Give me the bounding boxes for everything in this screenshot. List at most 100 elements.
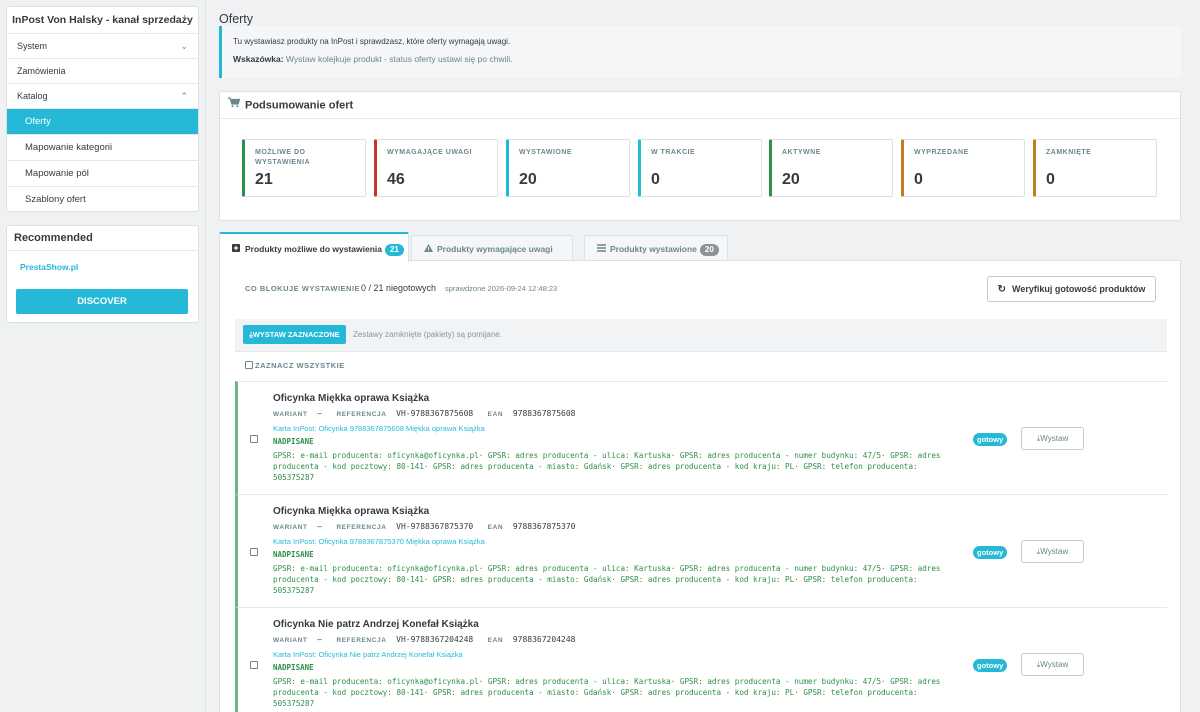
summary-panel: Podsumowanie ofert MOŻLIWE DO WYSTAWIENI… <box>219 91 1181 221</box>
stat-label: WYMAGAJĄCE UWAGI <box>387 149 472 156</box>
publish-button[interactable]: ⤓Wystaw <box>1021 540 1084 563</box>
alert-text: Tu wystawiasz produkty na InPost i spraw… <box>233 37 511 46</box>
discover-button[interactable]: DISCOVER <box>16 289 188 314</box>
tab-label: Produkty wymagające uwagi <box>437 244 553 254</box>
inpost-card-link[interactable]: Karta InPost: Oficynka Nie patrz Andrzej… <box>273 650 463 659</box>
stat-value: 46 <box>387 171 405 188</box>
stat-mozliwe: MOŻLIWE DO WYSTAWIENIA 21 <box>242 139 366 197</box>
stat-label: MOŻLIWE DO WYSTAWIENIA <box>255 149 311 166</box>
info-alert: Tu wystawiasz produkty na InPost i spraw… <box>219 26 1181 78</box>
inpost-card-link[interactable]: Karta InPost: Oficynka 9788367875608 Mię… <box>273 424 485 433</box>
publish-button[interactable]: ⤓Wystaw <box>1021 653 1084 676</box>
product-meta: WARIANT — REFERENCJA VH-9788367875370 EA… <box>273 522 576 531</box>
stat-label: W TRAKCIE <box>651 149 696 156</box>
stat-value: 0 <box>914 171 923 188</box>
alert-tip-label: Wskazówka: <box>233 54 284 64</box>
override-status: NADPISANE <box>273 550 314 559</box>
row-checkbox[interactable] <box>250 661 258 669</box>
product-meta: WARIANT — REFERENCJA VH-9788367204248 EA… <box>273 635 576 644</box>
verify-label: Weryfikuj gotowość produktów <box>1012 284 1146 294</box>
tab-content: CO BLOKUJE WYSTAWIENIE 0 / 21 niegotowyc… <box>219 260 1181 712</box>
list-icon <box>597 236 606 262</box>
product-row: Oficynka Miękka oprawa Książka WARIANT —… <box>235 494 1167 607</box>
chevron-down-icon: ⌄ <box>180 41 188 51</box>
warning-icon <box>424 236 433 262</box>
stat-wyprzedane: WYPRZEDANE 0 <box>901 139 1025 197</box>
gpsr-text: GPSR: e-mail producenta: oficynka@oficyn… <box>273 677 941 708</box>
tab-wystawione[interactable]: Produkty wystawione 20 <box>584 235 728 261</box>
stat-zamkniete: ZAMKNIĘTE 0 <box>1033 139 1157 197</box>
alert-tip-text: Wystaw kolejkuje produkt - status oferty… <box>283 54 513 64</box>
sidebar-item-mapowanie-kategorii[interactable]: Mapowanie kategorii <box>7 135 198 161</box>
sidebar-item-katalog[interactable]: Katalog ⌃ <box>7 84 198 109</box>
tab-count-badge: 20 <box>699 244 719 256</box>
sidebar-nav-card: InPost Von Halsky - kanał sprzedaży Syst… <box>6 6 199 212</box>
stat-wystawione: WYSTAWIONE 20 <box>506 139 630 197</box>
row-checkbox[interactable] <box>250 548 258 556</box>
stat-label: WYPRZEDANE <box>914 149 969 156</box>
stat-value: 20 <box>519 171 537 188</box>
blocker-label: CO BLOKUJE WYSTAWIENIE <box>245 284 361 293</box>
publish-button[interactable]: ⤓Wystaw <box>1021 427 1084 450</box>
gpsr-text: GPSR: e-mail producenta: oficynka@oficyn… <box>273 564 941 595</box>
bulk-bar: ⤓WYSTAW ZAZNACZONE Zestawy zamknięte (pa… <box>235 319 1167 352</box>
product-row: Oficynka Nie patrz Andrzej Konefał Książ… <box>235 607 1167 712</box>
sidebar-item-system[interactable]: System ⌄ <box>7 34 198 59</box>
stat-wymagajace: WYMAGAJĄCE UWAGI 46 <box>374 139 498 197</box>
row-checkbox[interactable] <box>250 435 258 443</box>
sidebar: InPost Von Halsky - kanał sprzedaży Syst… <box>0 0 206 712</box>
override-status: NADPISANE <box>273 437 314 446</box>
select-all[interactable]: ZAZNACZ WSZYSTKIE <box>245 361 345 370</box>
page-title: Oferty <box>219 12 254 26</box>
tab-mozliwe[interactable]: Produkty możliwe do wystawienia 21 <box>219 232 409 262</box>
stat-w-trakcie: W TRAKCIE 0 <box>638 139 762 197</box>
stat-value: 20 <box>782 171 800 188</box>
stat-label: WYSTAWIONE <box>519 149 573 156</box>
gpsr-text: GPSR: e-mail producenta: oficynka@oficyn… <box>273 451 941 482</box>
tab-count-badge: 21 <box>384 244 404 256</box>
sidebar-item-label: Zamówienia <box>17 66 66 76</box>
publish-label: Wystaw <box>1040 434 1069 443</box>
recommended-title: Recommended <box>7 226 198 251</box>
stat-aktywne: AKTYWNE 20 <box>769 139 893 197</box>
bulk-publish-label: WYSTAW ZAZNACZONE <box>252 330 340 339</box>
cart-icon <box>228 92 241 119</box>
stat-label: ZAMKNIĘTE <box>1046 149 1092 156</box>
override-status: NADPISANE <box>273 663 314 672</box>
sidebar-item-label: Katalog <box>17 91 48 101</box>
alert-tip: Wskazówka: Wystaw kolejkuje produkt - st… <box>233 54 1181 64</box>
sidebar-item-mapowanie-pol[interactable]: Mapowanie pól <box>7 161 198 187</box>
product-name: Oficynka Miękka oprawa Książka <box>273 506 430 517</box>
sidebar-item-zamowienia[interactable]: Zamówienia <box>7 59 198 84</box>
sidebar-item-szablony-ofert[interactable]: Szablony ofert <box>7 187 198 213</box>
stat-label: AKTYWNE <box>782 149 821 156</box>
sidebar-title: InPost Von Halsky - kanał sprzedaży <box>7 7 198 34</box>
chevron-up-icon: ⌃ <box>180 91 188 101</box>
tab-wymagajace[interactable]: Produkty wymagające uwagi46 <box>411 235 573 282</box>
stat-value: 0 <box>651 171 660 188</box>
ready-badge: gotowy <box>973 546 1008 559</box>
refresh-icon: ↻ <box>997 284 1007 295</box>
sidebar-item-label: System <box>17 41 48 51</box>
ready-badge: gotowy <box>973 659 1008 672</box>
ready-badge: gotowy <box>973 433 1008 446</box>
select-all-checkbox[interactable] <box>245 361 253 369</box>
recommended-card: Recommended PrestaShow.pl DISCOVER <box>6 225 199 323</box>
publish-label: Wystaw <box>1040 547 1069 556</box>
tab-label: Produkty wystawione <box>610 244 697 254</box>
product-row: Oficynka Miękka oprawa Książka WARIANT —… <box>235 381 1167 494</box>
inpost-card-link[interactable]: Karta InPost: Oficynka 9788367875370 Mię… <box>273 537 485 546</box>
publish-label: Wystaw <box>1040 660 1069 669</box>
sidebar-item-oferty[interactable]: Oferty <box>7 109 198 135</box>
tab-label: Produkty możliwe do wystawienia <box>245 244 382 254</box>
bulk-publish-button[interactable]: ⤓WYSTAW ZAZNACZONE <box>243 325 346 344</box>
prestashow-link[interactable]: PrestaShow.pl <box>20 262 78 272</box>
not-ready-count: 0 / 21 niegotowych <box>361 283 437 293</box>
verify-button[interactable]: ↻ Weryfikuj gotowość produktów <box>987 276 1156 302</box>
product-meta: WARIANT — REFERENCJA VH-9788367875608 EA… <box>273 409 576 418</box>
summary-title: Podsumowanie ofert <box>245 99 354 112</box>
bulk-note: Zestawy zamknięte (pakiety) są pomijane. <box>353 330 502 339</box>
product-name: Oficynka Miękka oprawa Książka <box>273 393 430 404</box>
plus-square-icon <box>232 234 241 264</box>
select-all-label: ZAZNACZ WSZYSTKIE <box>255 361 345 370</box>
